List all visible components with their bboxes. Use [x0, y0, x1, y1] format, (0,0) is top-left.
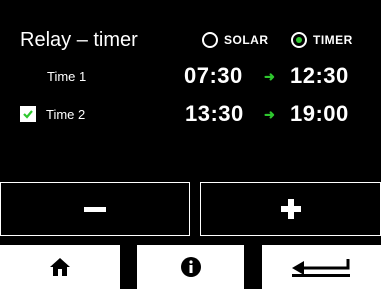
- timer-radio[interactable]: [291, 32, 307, 48]
- time-1-end[interactable]: 12:30: [290, 63, 349, 89]
- plus-icon: [280, 199, 301, 219]
- arrow-right-icon: ➜: [264, 107, 275, 122]
- time-2-label: Time 2: [46, 107, 86, 122]
- solar-radio[interactable]: [202, 32, 218, 48]
- back-button[interactable]: [262, 245, 381, 289]
- info-icon: [180, 257, 201, 277]
- home-icon: [50, 258, 70, 276]
- time-2-checkbox[interactable]: [20, 106, 36, 122]
- timer-label: TIMER: [313, 33, 353, 47]
- mode-option-solar[interactable]: SOLAR: [202, 30, 269, 50]
- info-button[interactable]: [137, 245, 244, 289]
- time-2-end[interactable]: 19:00: [290, 101, 349, 127]
- arrow-right-icon: ➜: [264, 69, 275, 84]
- time-1-label: Time 1: [47, 69, 87, 84]
- time-1-start[interactable]: 07:30: [184, 63, 243, 89]
- increase-button[interactable]: [200, 182, 381, 236]
- solar-label: SOLAR: [224, 33, 269, 47]
- checkmark-icon: [23, 110, 33, 119]
- mode-option-timer[interactable]: TIMER: [291, 30, 353, 50]
- back-arrow-icon: [291, 259, 350, 277]
- page-title: Relay – timer: [20, 29, 138, 51]
- decrease-button[interactable]: [0, 182, 190, 236]
- time-2-start[interactable]: 13:30: [185, 101, 244, 127]
- home-button[interactable]: [0, 245, 120, 289]
- minus-icon: [84, 206, 106, 212]
